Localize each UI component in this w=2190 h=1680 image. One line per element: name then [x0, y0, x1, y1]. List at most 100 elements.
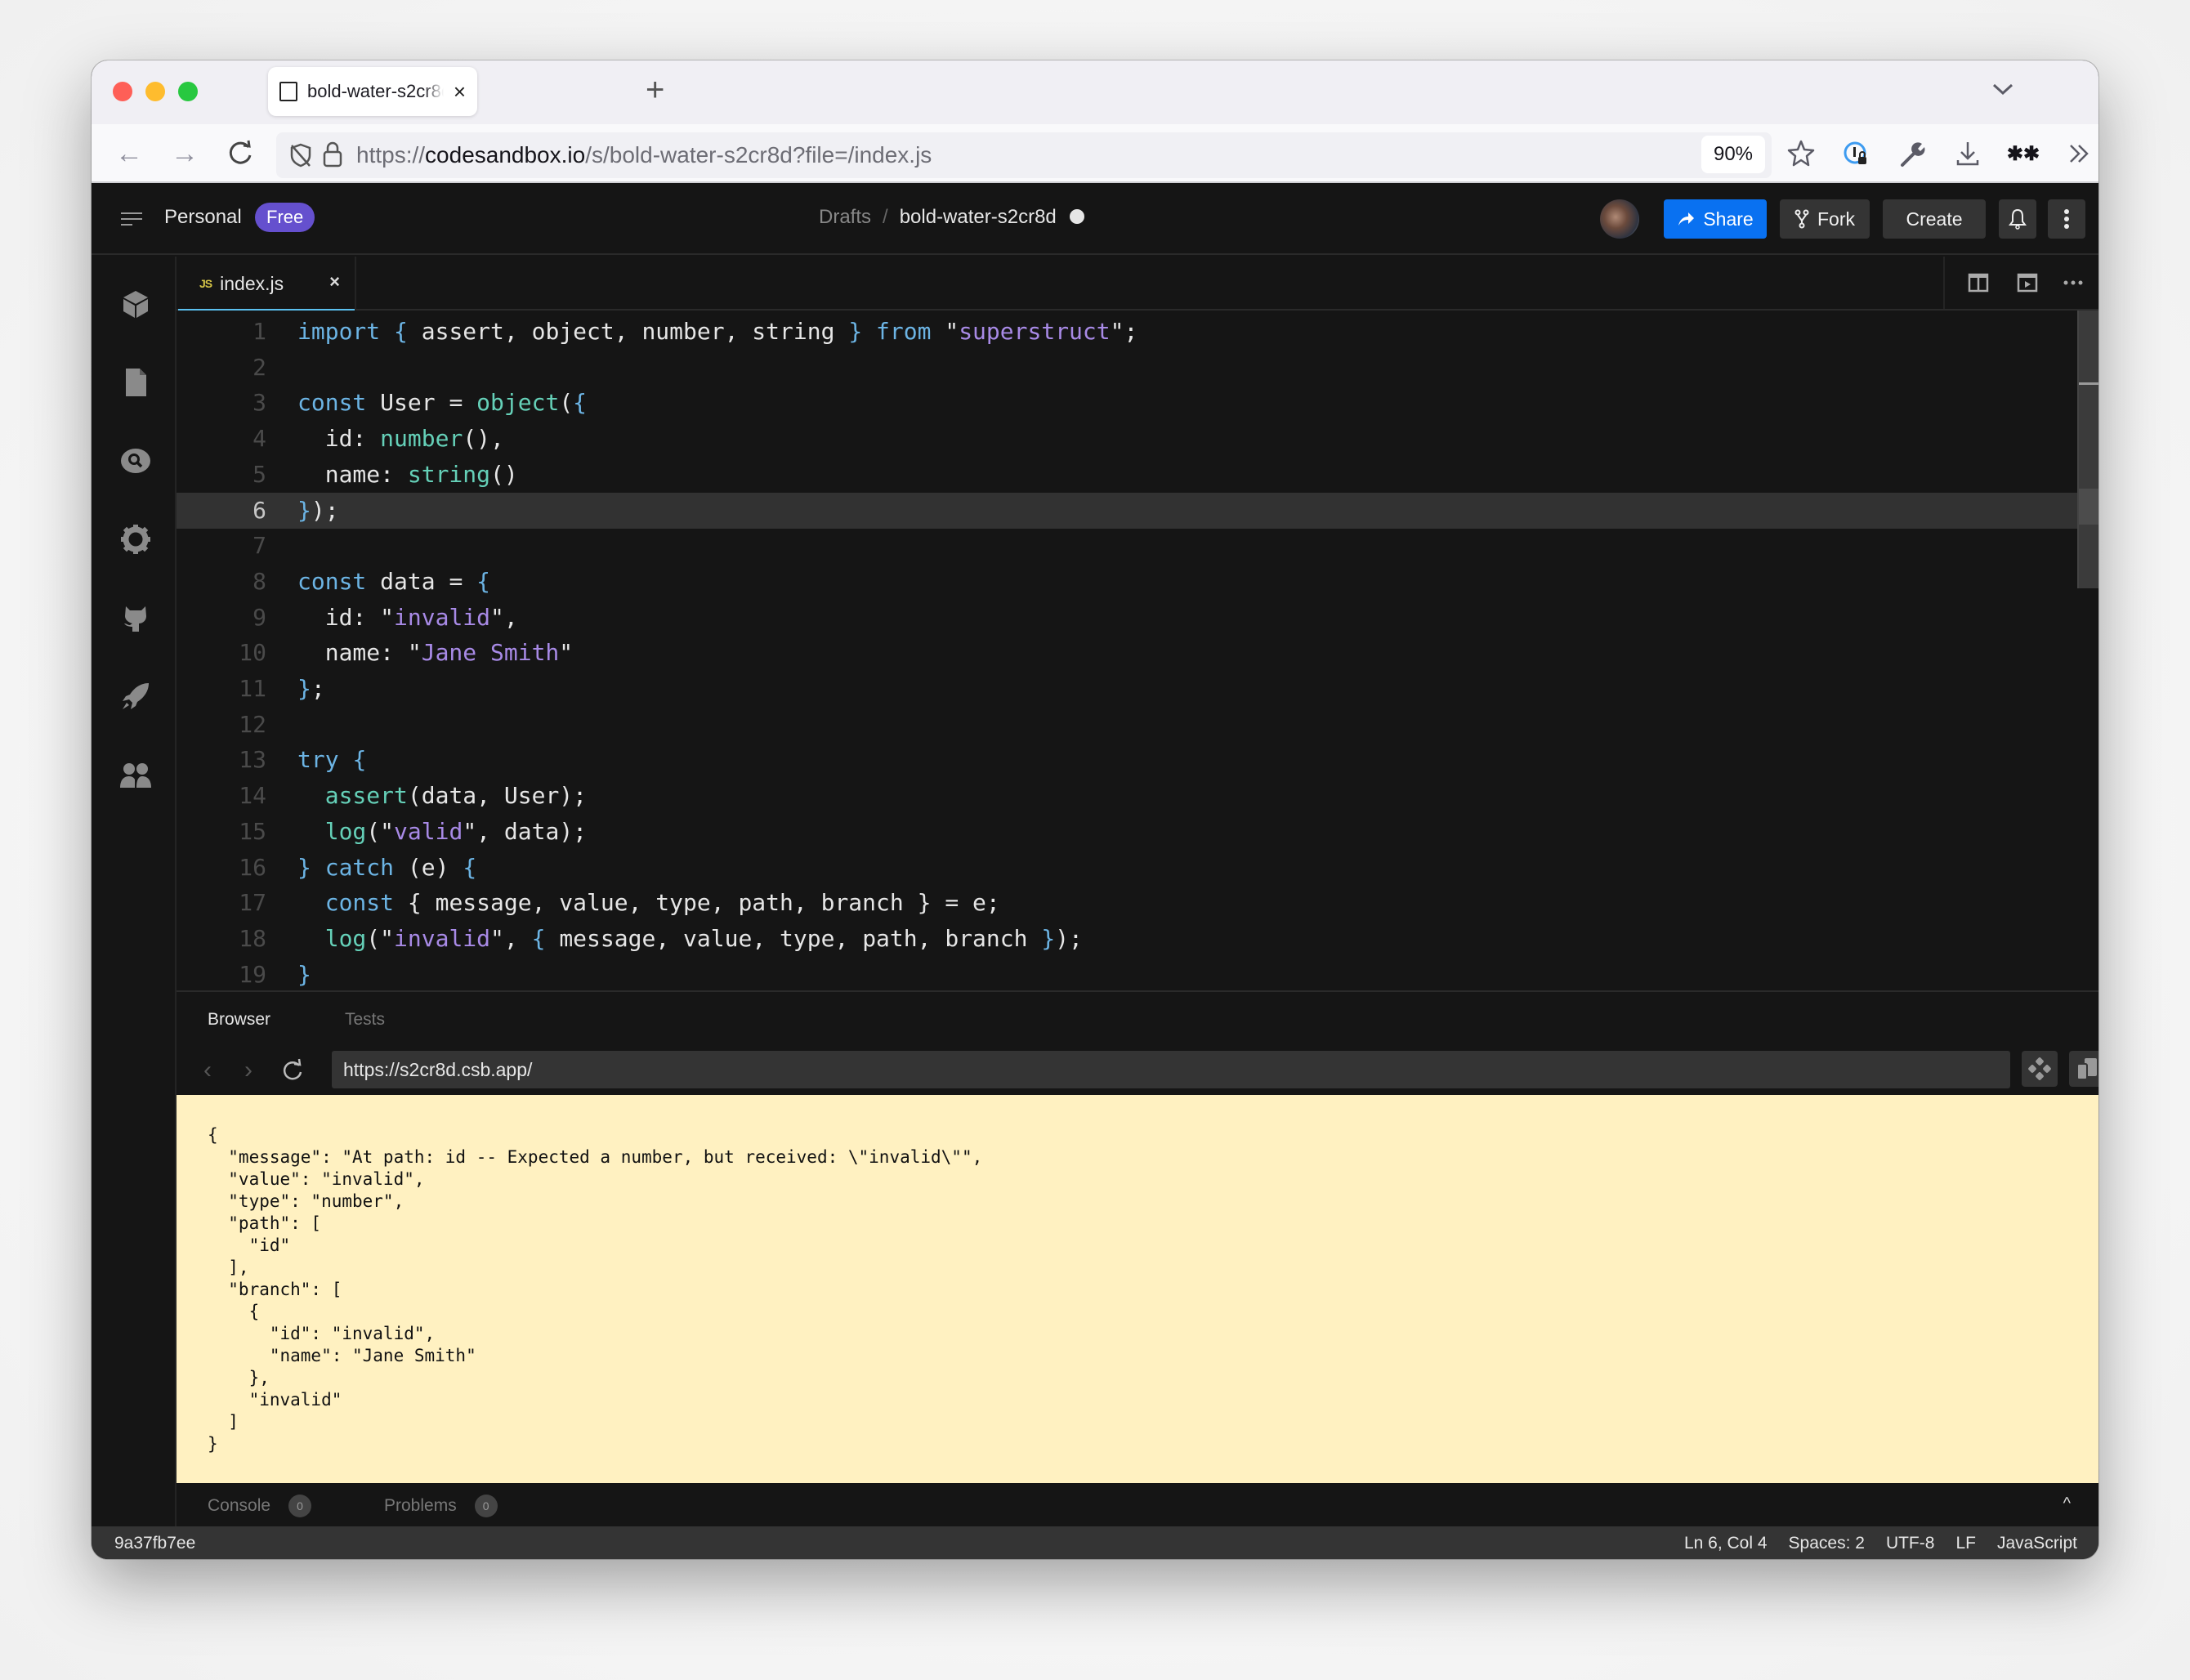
overflow-chevrons-icon[interactable]: [2063, 137, 2095, 170]
extensions-icon[interactable]: ✱✱: [2007, 137, 2040, 170]
forward-button[interactable]: →: [168, 137, 201, 170]
preview-back-button[interactable]: ‹: [193, 1056, 222, 1085]
chevron-down-icon[interactable]: [1989, 77, 2017, 101]
code-line[interactable]: 4 id: number(),: [177, 421, 2098, 457]
back-button[interactable]: ←: [113, 137, 145, 170]
users-icon[interactable]: [119, 758, 152, 791]
line-number: 17: [239, 889, 266, 917]
console-tab[interactable]: Console 0: [208, 1495, 312, 1517]
file-icon[interactable]: [119, 366, 152, 399]
status-bar: 9a37fb7ee Ln 6, Col 4 Spaces: 2 UTF-8 LF…: [92, 1526, 2098, 1559]
avatar[interactable]: [1600, 199, 1639, 239]
preview-responsive-button[interactable]: [2069, 1051, 2098, 1087]
cursor-position[interactable]: Ln 6, Col 4: [1684, 1534, 1768, 1553]
github-icon[interactable]: [119, 601, 152, 634]
code-line[interactable]: 11};: [177, 671, 2098, 707]
share-button[interactable]: Share: [1664, 199, 1767, 239]
code-token: ": [931, 318, 959, 345]
code-line[interactable]: 13 try {: [177, 742, 2098, 778]
gear-icon[interactable]: [119, 523, 152, 556]
code-line[interactable]: 7: [177, 528, 2098, 564]
minimize-window-button[interactable]: [145, 82, 165, 101]
code-line[interactable]: 19}: [177, 957, 2098, 993]
password-manager-icon[interactable]: [1840, 137, 1873, 170]
code-line[interactable]: 3 const User = object({: [177, 385, 2098, 421]
sandbox-name[interactable]: bold-water-s2cr8d: [900, 206, 1057, 228]
code-line-text: const User = object({: [297, 385, 587, 421]
preview-url-input[interactable]: https://s2cr8d.csb.app/: [332, 1051, 2010, 1088]
code-line[interactable]: 8 const data = {: [177, 564, 2098, 600]
preview-devtools-button[interactable]: [2022, 1051, 2058, 1087]
reload-icon[interactable]: [224, 137, 257, 170]
code-line[interactable]: 1 import { assert, object, number, string…: [177, 314, 2098, 350]
editor-scrollbar[interactable]: [2077, 311, 2098, 588]
preview-pane-icon[interactable]: [2017, 273, 2038, 293]
cube-icon[interactable]: [119, 288, 152, 320]
download-icon[interactable]: [1951, 137, 1984, 170]
browser-tab[interactable]: bold-water-s2cr8d - CodeSandbox ×: [268, 67, 477, 116]
bookmark-star-icon[interactable]: [1785, 137, 1817, 170]
code-line[interactable]: 12: [177, 707, 2098, 743]
more-options-button[interactable]: [2048, 199, 2085, 239]
breadcrumb-drafts[interactable]: Drafts: [819, 206, 871, 228]
search-icon[interactable]: [119, 445, 152, 477]
code-line[interactable]: 14 assert(data, User);: [177, 778, 2098, 814]
code-token: ;: [311, 675, 325, 702]
code-line[interactable]: 2: [177, 350, 2098, 386]
close-window-button[interactable]: [113, 82, 132, 101]
workspace-name[interactable]: Personal: [164, 206, 242, 229]
encoding[interactable]: UTF-8: [1886, 1534, 1935, 1553]
code-token: try: [297, 746, 339, 774]
code-line[interactable]: 5 name: string(): [177, 457, 2098, 493]
address-bar[interactable]: https://codesandbox.io/s/bold-water-s2cr…: [276, 132, 1772, 178]
problems-tab[interactable]: Problems 0: [384, 1495, 498, 1517]
code-token: id:: [297, 425, 381, 453]
language-mode[interactable]: JavaScript: [1997, 1534, 2077, 1553]
code-editor[interactable]: 19} 18 log("invalid", { message, value, t…: [177, 311, 2098, 1051]
code-line[interactable]: 15 log("valid", data);: [177, 814, 2098, 850]
tab-browser[interactable]: Browser: [208, 1010, 270, 1030]
preview-forward-button[interactable]: ›: [234, 1056, 263, 1085]
close-tab-icon[interactable]: ×: [454, 79, 466, 105]
notifications-button[interactable]: [1999, 199, 2036, 239]
split-view-icon[interactable]: [1968, 273, 1989, 293]
more-horizontal-icon[interactable]: [2063, 273, 2084, 293]
code-line[interactable]: 10 name: "Jane Smith": [177, 635, 2098, 671]
create-button[interactable]: Create: [1883, 199, 1986, 239]
rocket-icon[interactable]: [119, 680, 152, 713]
code-line[interactable]: 16} catch (e) {: [177, 850, 2098, 886]
code-line[interactable]: 18 log("invalid", { message, value, type…: [177, 921, 2098, 957]
scrollbar-marker: [2079, 382, 2098, 385]
line-number: 18: [239, 924, 266, 952]
tab-tests[interactable]: Tests: [345, 1010, 385, 1030]
line-number: 15: [239, 817, 266, 845]
code-token: {: [463, 853, 477, 881]
breadcrumb-separator: /: [883, 206, 888, 228]
indentation[interactable]: Spaces: 2: [1789, 1534, 1865, 1553]
line-ending[interactable]: LF: [1955, 1534, 1976, 1553]
code-line[interactable]: 6});: [177, 492, 2098, 529]
code-line[interactable]: 9 id: "invalid",: [177, 600, 2098, 636]
code-token: ",: [490, 603, 518, 631]
fork-button[interactable]: Fork: [1780, 199, 1870, 239]
code-token: ",: [490, 924, 532, 952]
code-line[interactable]: 17 const { message, value, type, path, b…: [177, 885, 2098, 921]
code-token: assert, object, number, string: [407, 318, 849, 345]
zoom-level-button[interactable]: 90%: [1701, 136, 1765, 173]
code-token: number: [380, 425, 463, 453]
code-token: {: [531, 924, 546, 952]
wrench-icon[interactable]: [1896, 137, 1929, 170]
editor-tab-index-js[interactable]: JS index.js ×: [178, 257, 356, 312]
menu-icon[interactable]: [121, 211, 142, 227]
address-url[interactable]: https://codesandbox.io/s/bold-water-s2cr…: [356, 142, 932, 168]
new-tab-button[interactable]: +: [646, 72, 664, 109]
close-tab-icon[interactable]: ×: [329, 271, 340, 293]
preview-tab-bar: Browser Tests: [177, 990, 2098, 1048]
preview-refresh-icon[interactable]: [278, 1056, 307, 1085]
lock-icon[interactable]: [322, 141, 343, 168]
tracking-protection-icon[interactable]: [288, 142, 314, 168]
globe-icon[interactable]: [1069, 209, 1084, 224]
chevron-up-icon[interactable]: ^: [2063, 1495, 2071, 1513]
maximize-window-button[interactable]: [178, 82, 198, 101]
